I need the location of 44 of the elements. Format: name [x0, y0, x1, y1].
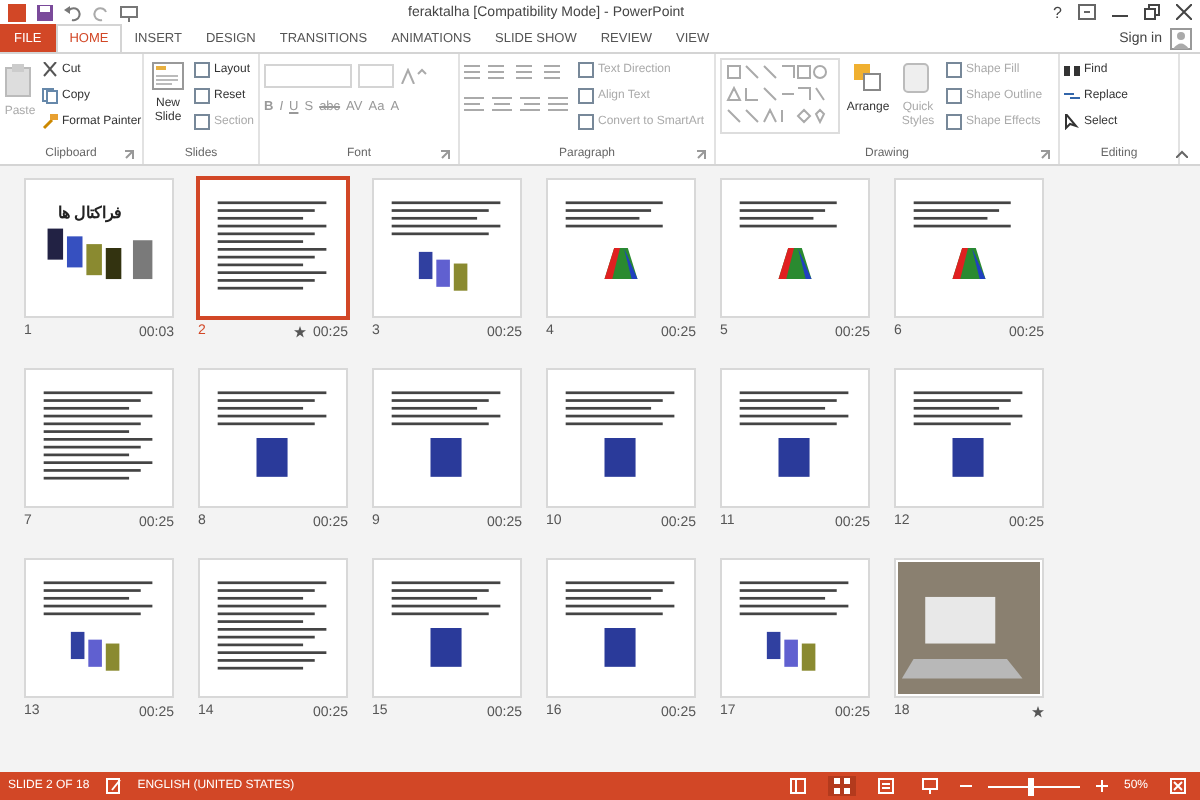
- align-text-icon: [578, 87, 594, 103]
- grow-font-icon: [400, 68, 428, 84]
- quick-styles-icon: [902, 62, 934, 98]
- text-direction-icon: [578, 61, 594, 77]
- slide-thumbnail[interactable]: [196, 176, 350, 320]
- close-icon: [1176, 4, 1192, 20]
- collapse-ribbon-icon: [1176, 150, 1188, 158]
- reset-icon: [193, 87, 210, 103]
- slideshow-icon: [120, 3, 138, 21]
- shape-effects-icon: [946, 113, 962, 129]
- zoom-out-button[interactable]: [959, 780, 972, 792]
- font-name-field[interactable]: [264, 64, 352, 88]
- notes-icon: [105, 778, 122, 794]
- redo-icon: [92, 3, 110, 21]
- zoom-slider[interactable]: [1027, 777, 1034, 795]
- shape-outline-icon: [946, 87, 962, 103]
- help-button[interactable]: ?: [1053, 3, 1062, 21]
- copy-icon: [42, 87, 58, 103]
- app-logo-icon: [8, 3, 26, 21]
- slide-thumbnail[interactable]: فراکتال ها: [24, 178, 174, 318]
- zoom-in-button[interactable]: [1095, 780, 1108, 792]
- find-icon: [1064, 61, 1080, 77]
- select-icon: [1064, 113, 1080, 129]
- dialog-launcher-icon: [124, 150, 134, 160]
- layout-icon: [193, 61, 210, 77]
- slide-title: فراکتال ها: [58, 204, 123, 222]
- replace-icon: [1064, 87, 1080, 103]
- font-size-field[interactable]: [358, 64, 394, 88]
- format-painter-icon: [42, 113, 58, 129]
- paragraph-controls-icon: [464, 64, 572, 116]
- dialog-launcher-icon: [1040, 150, 1050, 160]
- convert-to-smartart-icon: [578, 113, 594, 129]
- photo-placeholder: [898, 562, 1040, 694]
- ribbon-display-icon: [1078, 4, 1096, 20]
- dialog-launcher-icon: [440, 150, 450, 160]
- section-icon: [193, 113, 210, 129]
- undo-icon: [64, 3, 82, 21]
- cut-icon: [42, 61, 58, 77]
- slide-sorter-icon: [827, 776, 856, 796]
- dialog-launcher-icon: [696, 150, 706, 160]
- fit-to-window-icon: [1164, 776, 1192, 796]
- restore-icon: [1144, 4, 1160, 20]
- shape-fill-icon: [946, 61, 962, 77]
- new-slide-icon: [151, 62, 184, 94]
